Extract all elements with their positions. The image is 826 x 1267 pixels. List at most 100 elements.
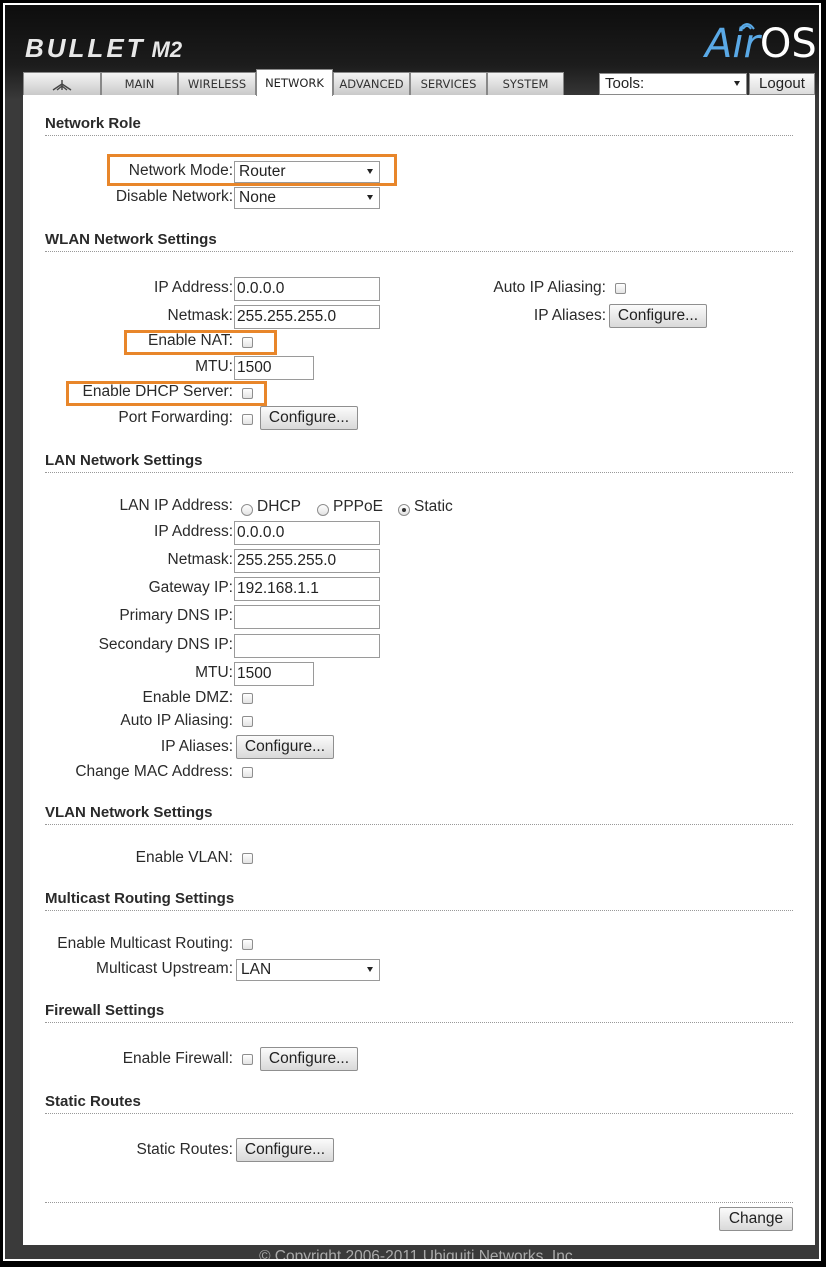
multicast-upstream-select[interactable]: LAN <box>236 959 380 981</box>
copyright-footer: © Copyright 2006-2011 Ubiquiti Networks,… <box>259 1248 577 1261</box>
section-title-vlan: VLAN Network Settings <box>45 804 213 821</box>
section-divider <box>45 1022 793 1023</box>
disable-network-value: None <box>239 189 277 206</box>
tab-main[interactable]: MAIN <box>101 72 178 95</box>
port-forwarding-checkbox[interactable] <box>242 414 253 425</box>
static-routes-label: Static Routes: <box>136 1141 234 1158</box>
enable-firewall-label: Enable Firewall: <box>122 1050 233 1067</box>
multicast-upstream-value: LAN <box>241 961 272 978</box>
tab-services[interactable]: SERVICES <box>410 72 487 95</box>
network-mode-label: Network Mode: <box>128 162 233 179</box>
port-forwarding-configure-button[interactable]: Configure... <box>260 406 358 430</box>
tab-advanced[interactable]: ADVANCED <box>333 72 410 95</box>
primary-dns-input[interactable] <box>234 605 380 629</box>
lan-auto-ip-aliasing-label: Auto IP Aliasing: <box>120 712 233 729</box>
lan-ip-radio-dhcp[interactable] <box>241 504 253 516</box>
secondary-dns-input[interactable] <box>234 634 380 658</box>
lan-mtu-input[interactable]: 1500 <box>234 662 314 686</box>
wlan-mtu-input[interactable]: 1500 <box>234 356 314 380</box>
lan-ip-input[interactable]: 0.0.0.0 <box>234 521 380 545</box>
section-divider <box>45 824 793 825</box>
wlan-ip-input[interactable]: 0.0.0.0 <box>234 277 380 301</box>
enable-nat-label: Enable NAT: <box>147 332 233 349</box>
wlan-netmask-label: Netmask: <box>167 307 233 324</box>
lan-netmask-input[interactable]: 255.255.255.0 <box>234 549 380 573</box>
tab-wireless[interactable]: WIRELESS <box>178 72 256 95</box>
primary-dns-label: Primary DNS IP: <box>119 607 233 624</box>
enable-vlan-label: Enable VLAN: <box>135 849 233 866</box>
enable-dmz-label: Enable DMZ: <box>142 689 233 706</box>
network-mode-value: Router <box>239 163 286 180</box>
ubiquiti-antenna-icon <box>52 79 72 91</box>
static-routes-configure-button[interactable]: Configure... <box>236 1138 334 1162</box>
tab-system[interactable]: SYSTEM <box>487 72 564 95</box>
tools-dropdown[interactable]: Tools: <box>599 73 747 95</box>
chevron-down-icon <box>367 195 373 200</box>
enable-firewall-checkbox[interactable] <box>242 1054 253 1065</box>
lan-mtu-label: MTU: <box>195 664 233 681</box>
wlan-mtu-label: MTU: <box>195 358 233 375</box>
tab-logo[interactable] <box>23 72 101 95</box>
enable-multicast-checkbox[interactable] <box>242 939 253 950</box>
section-divider <box>45 472 793 473</box>
section-divider <box>45 1202 793 1203</box>
lan-ip-radio-pppoe-label: PPPoE <box>333 498 383 515</box>
tools-dropdown-value: Tools: <box>605 75 645 92</box>
network-mode-select[interactable]: Router <box>234 161 380 183</box>
section-divider <box>45 135 793 136</box>
disable-network-select[interactable]: None <box>234 187 380 209</box>
lan-ip-radio-static-label: Static <box>414 498 453 515</box>
enable-dhcp-server-checkbox[interactable] <box>242 388 253 399</box>
chevron-down-icon <box>734 81 740 86</box>
lan-ip-radio-pppoe[interactable] <box>317 504 329 516</box>
wlan-auto-ip-aliasing-label: Auto IP Aliasing: <box>493 279 606 296</box>
wlan-netmask-input[interactable]: 255.255.255.0 <box>234 305 380 329</box>
section-title-multicast: Multicast Routing Settings <box>45 890 235 907</box>
chevron-down-icon <box>367 169 373 174</box>
section-divider <box>45 1113 793 1114</box>
wlan-ip-label: IP Address: <box>154 279 233 296</box>
section-title-lan: LAN Network Settings <box>45 452 203 469</box>
change-mac-label: Change MAC Address: <box>75 763 233 780</box>
lan-ip-aliases-configure-button[interactable]: Configure... <box>236 735 334 759</box>
change-button[interactable]: Change <box>719 1207 793 1231</box>
section-divider <box>45 251 793 252</box>
wlan-ip-aliases-configure-button[interactable]: Configure... <box>609 304 707 328</box>
brand-suffix: OS <box>759 21 817 67</box>
port-forwarding-label: Port Forwarding: <box>118 409 233 426</box>
section-title-static-routes: Static Routes <box>45 1093 141 1110</box>
gateway-ip-input[interactable]: 192.168.1.1 <box>234 577 380 601</box>
lan-auto-ip-aliasing-checkbox[interactable] <box>242 716 253 727</box>
change-mac-checkbox[interactable] <box>242 767 253 778</box>
wlan-auto-ip-aliasing-checkbox[interactable] <box>615 283 626 294</box>
lan-ip-label: IP Address: <box>154 523 233 540</box>
lan-ip-aliases-label: IP Aliases: <box>160 738 233 755</box>
lan-ip-mode-label: LAN IP Address: <box>119 497 233 514</box>
wlan-ip-aliases-label: IP Aliases: <box>533 307 606 324</box>
gateway-ip-label: Gateway IP: <box>148 579 233 596</box>
enable-multicast-label: Enable Multicast Routing: <box>57 935 233 952</box>
lan-ip-radio-static[interactable] <box>398 504 410 516</box>
section-title-firewall: Firewall Settings <box>45 1002 165 1019</box>
lan-netmask-label: Netmask: <box>167 551 233 568</box>
signal-wave-icon <box>739 23 755 30</box>
enable-dmz-checkbox[interactable] <box>242 693 253 704</box>
network-settings-panel: Network Role Network Mode: Router Disabl… <box>23 95 815 1245</box>
firewall-configure-button[interactable]: Configure... <box>260 1047 358 1071</box>
section-title-wlan: WLAN Network Settings <box>45 231 217 248</box>
section-divider <box>45 910 793 911</box>
chevron-down-icon <box>367 967 373 972</box>
airos-logo: AirOS <box>705 21 817 67</box>
enable-dhcp-server-label: Enable DHCP Server: <box>82 383 233 400</box>
enable-vlan-checkbox[interactable] <box>242 853 253 864</box>
lan-ip-radio-dhcp-label: DHCP <box>257 498 301 515</box>
enable-nat-checkbox[interactable] <box>242 337 253 348</box>
tab-network[interactable]: NETWORK <box>256 69 333 96</box>
logout-button[interactable]: Logout <box>749 73 815 95</box>
section-title-network-role: Network Role <box>45 115 141 132</box>
secondary-dns-label: Secondary DNS IP: <box>98 636 233 653</box>
app-window: BULLET M2 AirOS MAIN WIRELESS NETWORK ADV… <box>3 3 821 1261</box>
product-logo-text: BULLET <box>25 33 146 63</box>
disable-network-label: Disable Network: <box>115 188 233 205</box>
product-logo-suffix: M2 <box>151 37 183 62</box>
